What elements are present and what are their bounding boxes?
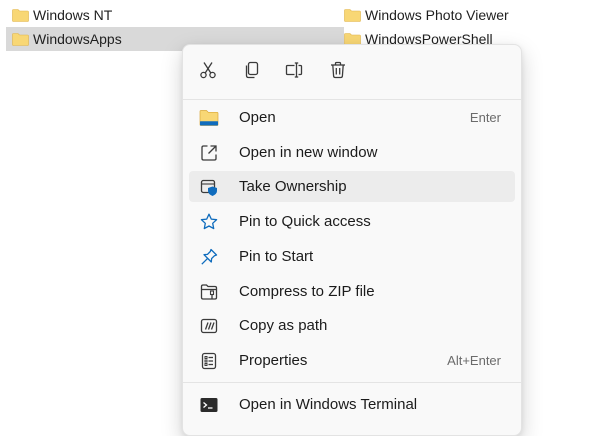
cut-button[interactable] bbox=[195, 57, 221, 83]
copy-button[interactable] bbox=[239, 57, 265, 83]
rename-icon bbox=[285, 62, 303, 78]
folder-icon bbox=[344, 8, 361, 22]
zip-folder-icon bbox=[199, 282, 219, 302]
menu-item-copy-as-path[interactable]: Copy as path bbox=[189, 310, 515, 341]
menu-item-label: Properties bbox=[239, 352, 308, 369]
star-icon bbox=[199, 212, 219, 232]
menu-item-label: Pin to Start bbox=[239, 248, 314, 265]
terminal-icon bbox=[199, 395, 219, 415]
cut-icon bbox=[200, 62, 216, 79]
menu-item-take-ownership[interactable]: Take Ownership bbox=[189, 171, 515, 202]
shield-icon bbox=[199, 177, 219, 197]
copy-icon bbox=[245, 61, 259, 79]
menu-item-open-in-windows-terminal[interactable]: Open in Windows Terminal bbox=[189, 389, 515, 420]
menu-item-compress-to-zip[interactable]: Compress to ZIP file bbox=[189, 276, 515, 307]
properties-icon bbox=[199, 351, 219, 371]
menu-item-shortcut: Enter bbox=[469, 110, 501, 125]
menu-item-label: Open in new window bbox=[239, 144, 378, 161]
pin-icon bbox=[199, 247, 219, 267]
file-name: WindowsApps bbox=[33, 31, 122, 47]
menu-item-label: Copy as path bbox=[239, 317, 328, 334]
open-new-window-icon bbox=[199, 143, 219, 163]
menu-item-pin-to-quick-access[interactable]: Pin to Quick access bbox=[189, 206, 515, 237]
folder-icon bbox=[12, 8, 29, 22]
menu-item-open-in-new-window[interactable]: Open in new window bbox=[189, 137, 515, 168]
menu-item-pin-to-start[interactable]: Pin to Start bbox=[189, 241, 515, 272]
folder-icon bbox=[199, 108, 219, 128]
menu-item-label: Take Ownership bbox=[239, 178, 347, 195]
menu-item-label: Compress to ZIP file bbox=[239, 283, 375, 300]
menu-item-label: Open in Windows Terminal bbox=[239, 396, 418, 413]
menu-item-open[interactable]: Open Enter bbox=[189, 102, 515, 133]
delete-button[interactable] bbox=[325, 57, 351, 83]
quick-actions-bar bbox=[183, 45, 521, 95]
context-menu: Open Enter Open in new window Take Owner… bbox=[182, 44, 522, 436]
file-name: Windows Photo Viewer bbox=[365, 7, 509, 23]
folder-icon bbox=[12, 32, 29, 46]
copy-path-icon bbox=[199, 316, 219, 336]
menu-item-properties[interactable]: Properties Alt+Enter bbox=[189, 345, 515, 376]
file-item-windows-photo-viewer[interactable]: Windows Photo Viewer bbox=[344, 3, 584, 27]
menu-item-label: Open bbox=[239, 109, 276, 126]
menu-divider bbox=[183, 99, 521, 100]
menu-item-shortcut: Alt+Enter bbox=[447, 353, 501, 368]
menu-divider bbox=[183, 382, 521, 383]
delete-icon bbox=[331, 61, 345, 79]
file-item-windows-nt[interactable]: Windows NT bbox=[10, 3, 332, 27]
file-name: Windows NT bbox=[33, 7, 113, 23]
menu-item-label: Pin to Quick access bbox=[239, 213, 371, 230]
rename-button[interactable] bbox=[281, 57, 307, 83]
